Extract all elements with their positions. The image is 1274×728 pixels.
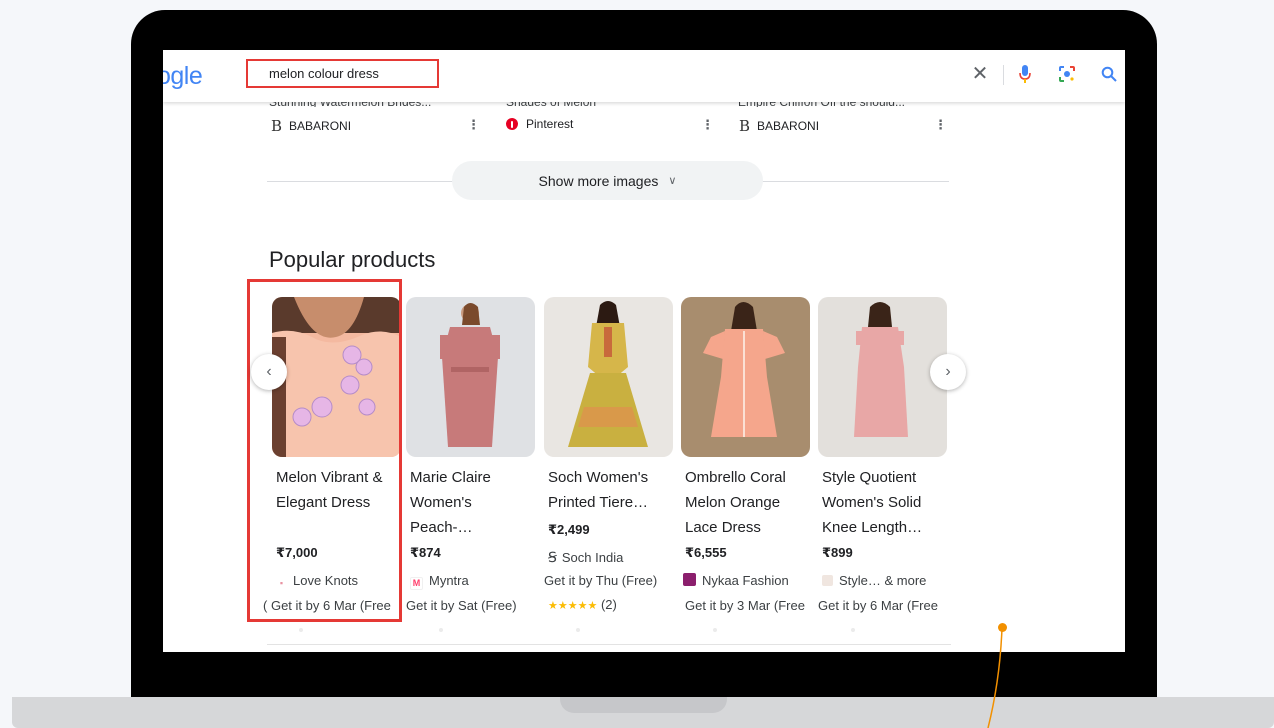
annotation-dot — [998, 623, 1007, 632]
annotation-pointer-line — [987, 627, 1003, 728]
